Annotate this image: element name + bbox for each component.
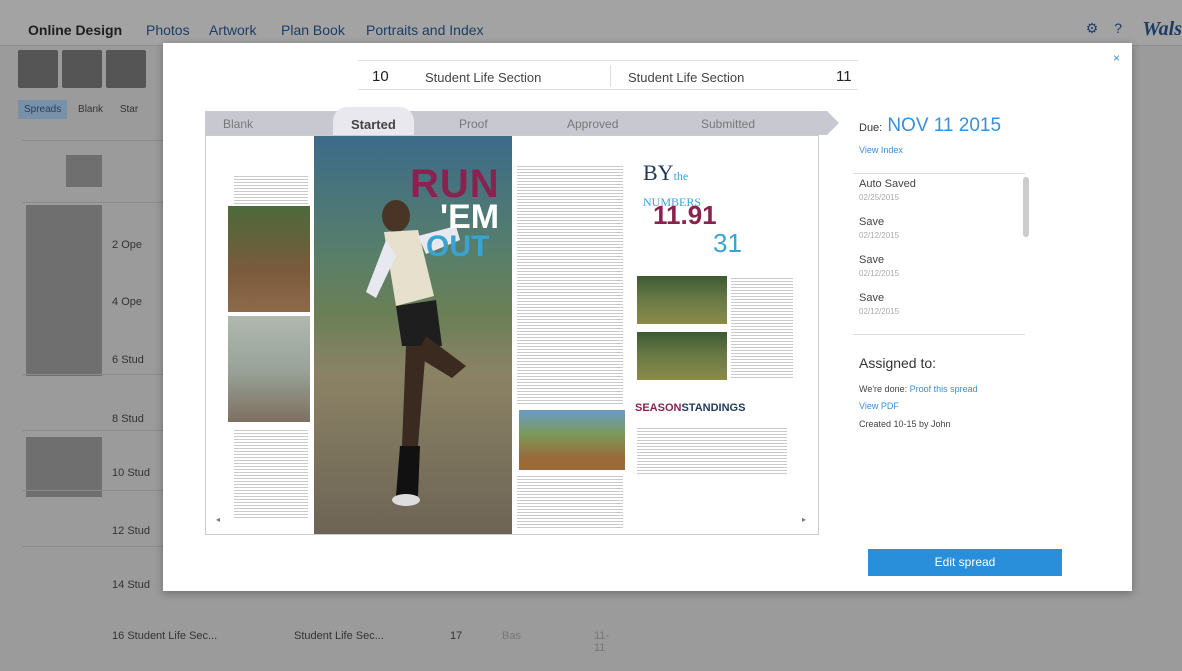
assigned-to-label: Assigned to: bbox=[859, 355, 937, 371]
nav-plan-book[interactable]: Plan Book bbox=[281, 22, 345, 38]
edit-spread-button[interactable]: Edit spread bbox=[868, 549, 1062, 576]
tab-spreads[interactable]: Spreads bbox=[18, 100, 68, 119]
track-photo bbox=[228, 206, 310, 312]
spread-label: Student Life Sec... bbox=[294, 630, 384, 642]
text-block bbox=[234, 428, 308, 520]
toolbar-icons: ⚙ ? bbox=[1086, 20, 1122, 37]
text-block bbox=[731, 276, 793, 380]
left-page-number: 10 bbox=[372, 68, 389, 85]
portrait-strip bbox=[18, 50, 163, 90]
history-item: Save 02/12/2015 bbox=[859, 254, 900, 278]
stat-number: 11.91 bbox=[653, 200, 717, 230]
step-blank[interactable]: Blank bbox=[223, 117, 253, 131]
spread-number: 14 Stud bbox=[112, 579, 150, 591]
tab-blank[interactable]: Blank bbox=[72, 100, 109, 119]
season-standings-title: SEASONSTANDINGS bbox=[635, 402, 746, 414]
portrait-thumb[interactable] bbox=[62, 50, 102, 88]
date-label: 11-11 bbox=[594, 630, 610, 654]
spread-thumbnail bbox=[26, 316, 102, 376]
proof-status: We're done: Proof this spread bbox=[859, 384, 978, 394]
nav-artwork[interactable]: Artwork bbox=[209, 22, 256, 38]
spread-number: 8 Stud bbox=[112, 413, 144, 425]
nav-portraits-index[interactable]: Portraits and Index bbox=[366, 22, 484, 38]
tab-started[interactable]: Star bbox=[114, 100, 144, 119]
spread-number: 12 Stud bbox=[112, 525, 150, 537]
step-approved[interactable]: Approved bbox=[567, 117, 618, 131]
top-nav: Online Design Photos Artwork Plan Book P… bbox=[0, 0, 1182, 46]
view-tabs: Spreads Blank Star bbox=[18, 100, 146, 119]
step-proof[interactable]: Proof bbox=[459, 117, 488, 131]
company-logo: Wals bbox=[1142, 18, 1182, 40]
header-divider bbox=[610, 65, 611, 87]
save-history[interactable]: Auto Saved 02/25/2015 Save 02/12/2015 Save… bbox=[853, 173, 1025, 335]
spread-thumbnail bbox=[26, 205, 102, 265]
tree-photo bbox=[519, 410, 625, 470]
left-page: RUN 'EM OUT bbox=[206, 136, 513, 534]
close-icon[interactable]: × bbox=[1113, 51, 1120, 65]
view-pdf-link[interactable]: View PDF bbox=[859, 401, 899, 411]
prev-page-icon[interactable]: ◂ bbox=[216, 515, 220, 524]
next-page-icon[interactable]: ▸ bbox=[802, 515, 806, 524]
spread-thumbnail bbox=[26, 260, 102, 320]
spread-thumbnail bbox=[26, 437, 102, 497]
created-by: Created 10-15 by John bbox=[859, 419, 951, 429]
spread-number: 16 Student Life Sec... bbox=[112, 630, 218, 642]
right-page-name: Student Life Section bbox=[628, 70, 745, 85]
spread-detail-modal: × 10 Student Life Section Student Life S… bbox=[163, 43, 1132, 591]
track-photo bbox=[228, 316, 310, 422]
spread-header: 10 Student Life Section Student Life Sec… bbox=[358, 60, 858, 90]
text-block bbox=[234, 174, 308, 204]
standings-table bbox=[637, 426, 787, 476]
workflow-bar: Blank Started Proof Approved Submitted bbox=[205, 107, 839, 138]
spread-number: 10 Stud bbox=[112, 467, 150, 479]
app-brand[interactable]: Online Design bbox=[28, 22, 122, 38]
portrait-thumb[interactable] bbox=[106, 50, 146, 88]
step-submitted[interactable]: Submitted bbox=[701, 117, 755, 131]
history-item: Auto Saved 02/25/2015 bbox=[859, 178, 916, 202]
view-index-link[interactable]: View Index bbox=[859, 145, 903, 155]
step-started[interactable]: Started bbox=[333, 107, 414, 138]
due-date: Due: NOV 11 2015 bbox=[859, 115, 1002, 136]
right-page-number: 11 bbox=[836, 68, 852, 85]
right-page: BYthe NUMBERS 11.91 31 SEASONSTANDINGS ▸ bbox=[513, 136, 818, 534]
spread-thumbnail bbox=[66, 155, 102, 187]
workflow-arrow bbox=[827, 111, 839, 135]
text-block bbox=[517, 164, 623, 404]
team-photo bbox=[637, 332, 727, 380]
team-photo bbox=[637, 276, 727, 324]
stat-number: 31 bbox=[713, 228, 742, 258]
spread-number: 4 Ope bbox=[112, 296, 142, 308]
help-icon[interactable]: ? bbox=[1114, 20, 1122, 36]
portrait-thumb[interactable] bbox=[18, 50, 58, 88]
status-badge: Bas bbox=[502, 630, 521, 642]
spread-number: 17 bbox=[450, 630, 463, 642]
spread-number: 2 Ope bbox=[112, 239, 142, 251]
nav-photos[interactable]: Photos bbox=[146, 22, 190, 38]
history-item: Save 02/12/2015 bbox=[859, 216, 900, 240]
spread-number: 6 Stud bbox=[112, 354, 144, 366]
headline-out: OUT bbox=[426, 230, 490, 263]
text-block bbox=[517, 474, 623, 530]
history-item: Save 02/12/2015 bbox=[859, 292, 900, 316]
gear-icon[interactable]: ⚙ bbox=[1086, 20, 1099, 36]
left-page-name: Student Life Section bbox=[425, 70, 542, 85]
history-scrollbar[interactable] bbox=[1023, 177, 1029, 237]
spread-preview[interactable]: RUN 'EM OUT BYthe NUMBERS 11.91 31 SEASON… bbox=[205, 135, 819, 535]
proof-spread-link[interactable]: Proof this spread bbox=[910, 384, 978, 394]
